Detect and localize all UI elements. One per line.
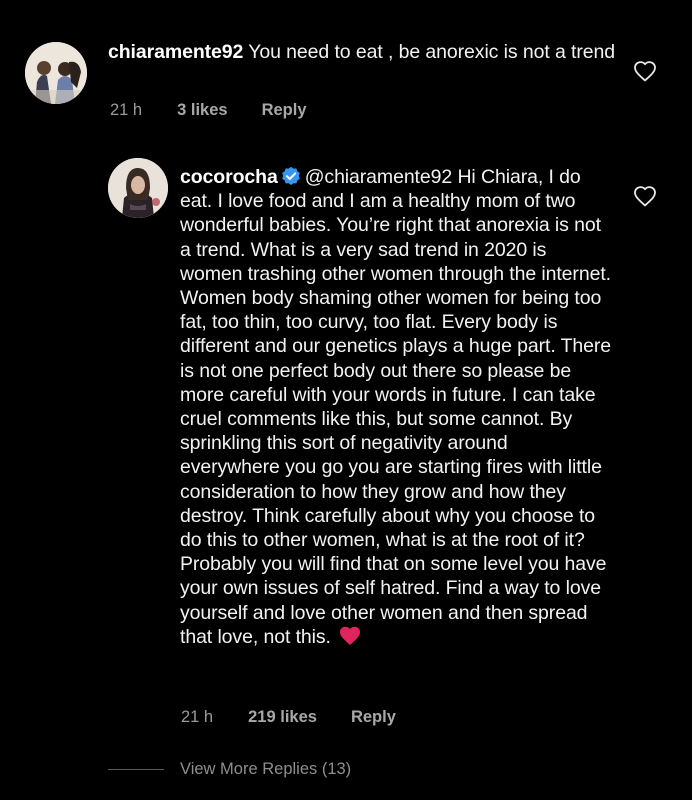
comment-likes-count[interactable]: 3 likes [177,101,227,120]
comment-text: Hi Chiara, I do eat. I love food and I a… [180,166,612,648]
avatar-image [25,42,87,104]
comment-body: chiaramente92 You need to eat , be anore… [108,40,628,64]
reply-button[interactable]: Reply [351,708,396,727]
comment-username[interactable]: chiaramente92 [108,41,243,63]
comment-cocorocha: cocorocha @chiaramente92 Hi Chiara, I do … [0,140,692,740]
heart-outline-icon[interactable] [633,60,657,82]
comment-chiaramente92: chiaramente92 You need to eat , be anore… [0,0,692,140]
avatar-image [108,158,168,218]
red-heart-emoji [340,626,361,645]
avatar-cocorocha[interactable] [108,158,168,218]
divider-line [108,769,164,770]
comment-timestamp: 21 h [110,101,143,119]
heart-outline-icon[interactable] [633,185,657,207]
comment-meta: 21 h 3 likes Reply [110,101,307,120]
comment-text: You need to eat , be anorexic is not a t… [248,41,615,63]
view-more-replies-label[interactable]: View More Replies (13) [180,760,351,779]
comment-meta: 21 h 219 likes Reply [181,708,396,727]
comment-timestamp: 21 h [181,708,214,726]
mention-link[interactable]: @chiaramente92 [305,166,453,188]
comment-likes-count[interactable]: 219 likes [248,708,317,727]
view-more-replies[interactable]: View More Replies (13) [108,760,351,779]
avatar-chiaramente92[interactable] [25,42,87,104]
verified-badge-icon [281,166,300,185]
reply-button[interactable]: Reply [262,101,307,120]
comment-username[interactable]: cocorocha [180,166,278,188]
comment-body: cocorocha @chiaramente92 Hi Chiara, I do … [180,165,612,649]
